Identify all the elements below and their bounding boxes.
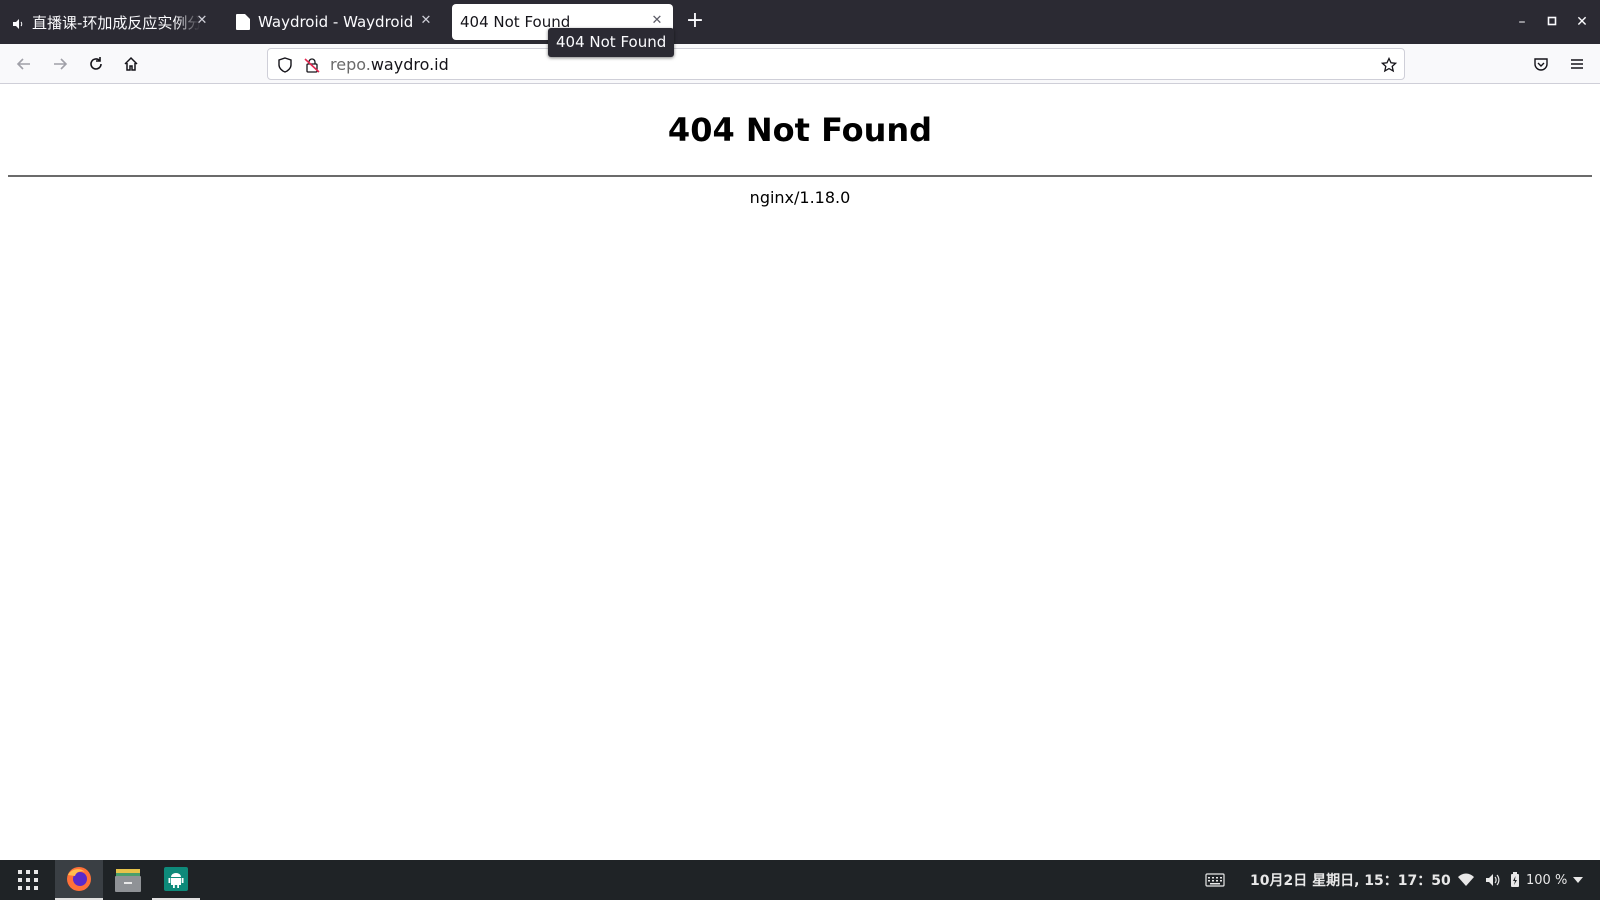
- wifi-icon: [1458, 873, 1474, 886]
- new-tab-button[interactable]: +: [684, 10, 706, 33]
- tab-strip: 直播课-环加成反应实例分 ✕ Waydroid - Waydroid ✕ 404…: [0, 0, 1600, 44]
- volume-icon: [1486, 874, 1500, 886]
- home-icon: [124, 56, 138, 71]
- clock[interactable]: 10月2日 星期日, 15：17：50: [1250, 860, 1451, 900]
- app-grid-button[interactable]: [4, 860, 52, 900]
- app-menu-button[interactable]: [1565, 52, 1589, 76]
- url-subdomain: repo.: [330, 55, 371, 74]
- navigation-toolbar: repo.waydro.id: [0, 44, 1600, 84]
- arrow-left-icon: [16, 58, 30, 70]
- chevron-down-icon: [1573, 877, 1584, 883]
- url-domain: waydro.id: [370, 55, 449, 74]
- back-button[interactable]: [12, 52, 36, 76]
- reload-button[interactable]: [84, 52, 108, 76]
- insecure-lock-icon[interactable]: [303, 56, 321, 74]
- tab-title: 直播课-环加成反应实例分: [32, 13, 200, 32]
- volume-tray-button[interactable]: [1484, 860, 1500, 900]
- close-window-button[interactable]: ✕: [1572, 12, 1592, 32]
- keyboard-tray-button[interactable]: [1205, 860, 1225, 900]
- battery-percent: 100 %: [1526, 872, 1568, 888]
- tab-tooltip: 404 Not Found: [548, 28, 675, 57]
- pocket-icon: [1534, 58, 1548, 71]
- tab-close-icon[interactable]: ✕: [194, 13, 210, 29]
- home-button[interactable]: [119, 52, 143, 76]
- tab-close-icon[interactable]: ✕: [418, 13, 434, 29]
- server-version: nginx/1.18.0: [749, 188, 851, 207]
- page-heading: 404 Not Found: [667, 111, 933, 149]
- minimize-button[interactable]: –: [1512, 12, 1532, 32]
- speaker-icon[interactable]: [12, 16, 24, 29]
- battery-icon: [1511, 872, 1519, 887]
- page-content: 404 Not Found nginx/1.18.0: [0, 85, 1600, 860]
- files-icon: [115, 869, 141, 892]
- grid-icon: [18, 870, 38, 890]
- tab-live-class[interactable]: 直播课-环加成反应实例分 ✕: [4, 4, 218, 40]
- firefox-icon: [67, 867, 91, 891]
- taskbar-firefox[interactable]: [55, 860, 103, 900]
- tab-title: Waydroid - Waydroid: [258, 13, 414, 31]
- reload-icon: [90, 57, 102, 70]
- page-icon: [236, 14, 250, 30]
- bookmark-star-icon[interactable]: [1380, 56, 1398, 74]
- tab-close-icon[interactable]: ✕: [649, 13, 665, 29]
- taskbar-waydroid[interactable]: [152, 860, 200, 900]
- arrow-right-icon: [54, 58, 68, 70]
- pocket-button[interactable]: [1529, 52, 1553, 76]
- taskbar: 10月2日 星期日, 15：17：50 100 %: [0, 860, 1600, 900]
- url-bar[interactable]: repo.waydro.id: [267, 48, 1405, 80]
- taskbar-files[interactable]: [104, 860, 152, 900]
- android-icon: [164, 867, 188, 891]
- tab-waydroid[interactable]: Waydroid - Waydroid ✕: [228, 4, 442, 40]
- maximize-button[interactable]: [1542, 12, 1562, 32]
- forward-button[interactable]: [48, 52, 72, 76]
- battery-tray-button[interactable]: 100 %: [1510, 860, 1584, 900]
- maximize-icon: [1547, 16, 1557, 26]
- url-text[interactable]: repo.waydro.id: [330, 55, 449, 74]
- divider: [8, 175, 1592, 177]
- keyboard-icon: [1205, 873, 1225, 887]
- wifi-tray-button[interactable]: [1458, 860, 1474, 900]
- hamburger-menu-icon: [1571, 59, 1583, 69]
- shield-icon[interactable]: [276, 56, 294, 74]
